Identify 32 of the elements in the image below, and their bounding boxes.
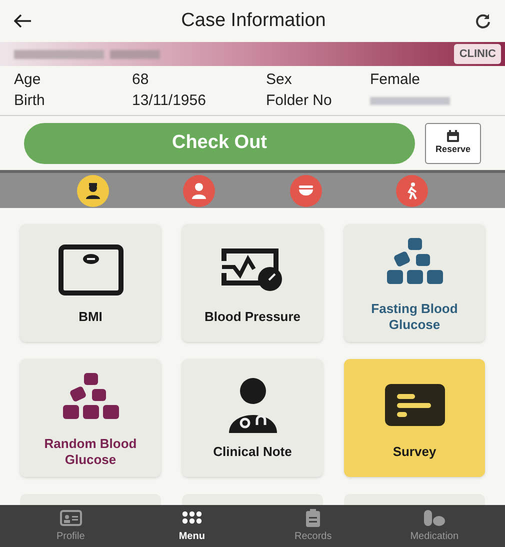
field-label: Age: [14, 70, 42, 90]
food-icon: [298, 185, 314, 196]
menu-tile[interactable]: Clinical Note: [182, 359, 323, 477]
field-label: Birth: [14, 91, 46, 111]
refresh-icon[interactable]: [475, 13, 491, 29]
nav-tab[interactable]: Records: [252, 505, 374, 547]
back-arrow-icon[interactable]: [14, 14, 32, 28]
field-value: Female: [370, 70, 422, 90]
medication-icon: [423, 508, 446, 526]
menu-tile[interactable]: Survey: [344, 359, 485, 477]
clinic-badge: CLINIC: [454, 44, 501, 64]
menu-tile[interactable]: BMI: [20, 224, 161, 342]
menu-tile[interactable]: Blood Pressure: [182, 224, 323, 342]
nav-tab[interactable]: Medication: [374, 505, 495, 547]
survey-icon: [384, 384, 444, 426]
cubes-icon: [384, 238, 444, 286]
nav-tab[interactable]: Profile: [10, 505, 132, 547]
profile-icon: [60, 508, 82, 526]
field-value: 68: [132, 70, 150, 90]
field-value: 13/11/1956: [132, 91, 207, 111]
reserve-button[interactable]: Reserve: [425, 122, 481, 164]
field-label: Sex: [266, 70, 293, 90]
field-label: Folder No: [266, 91, 333, 111]
screen-title: Case Information: [181, 8, 326, 33]
menu-icon: [180, 508, 203, 526]
nav-tab[interactable]: Menu: [131, 505, 252, 547]
menu-tile[interactable]: Fasting Blood Glucose: [344, 224, 485, 342]
calendar-icon: [446, 130, 460, 143]
category-tab[interactable]: [77, 174, 110, 206]
scale-icon: [58, 244, 124, 296]
cubes-icon: [60, 373, 120, 421]
menu-tile[interactable]: Random Blood Glucose: [20, 359, 161, 477]
